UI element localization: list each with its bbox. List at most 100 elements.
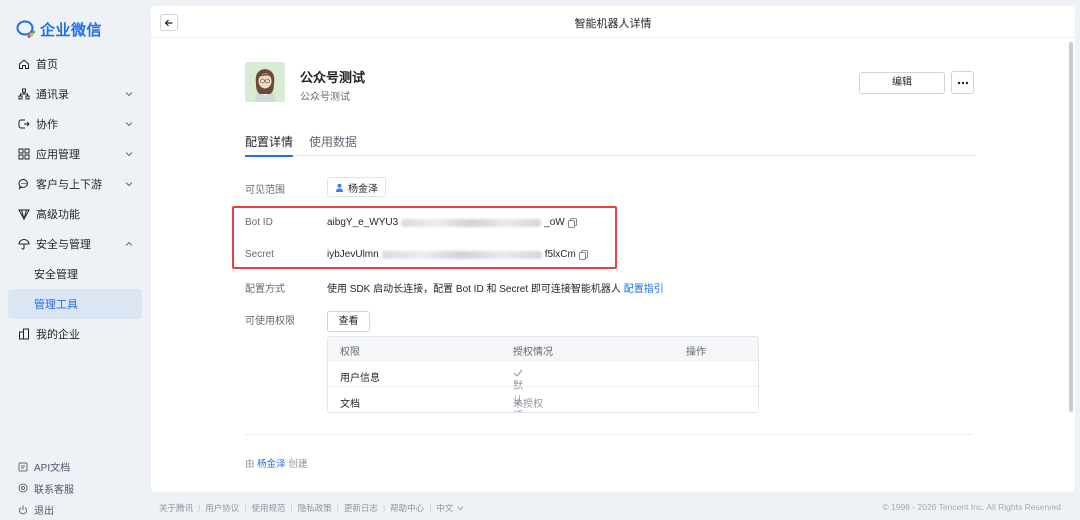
bot-name: 公众号测试 xyxy=(300,70,366,85)
header-permission: 权限 xyxy=(340,347,360,358)
copy-icon[interactable] xyxy=(578,249,588,260)
sidebar-item-label: 通讯录 xyxy=(36,89,69,101)
language-select[interactable]: 中文 xyxy=(436,502,453,514)
footer-link-privacy[interactable]: 隐私政策 xyxy=(298,502,332,514)
sidebar-item-my-company[interactable]: 我的企业 xyxy=(8,319,142,349)
support-link[interactable]: 联系客服 xyxy=(18,478,74,500)
footer-link-usage-rules[interactable]: 使用规范 xyxy=(251,502,285,514)
table-row: 文档 未授权 xyxy=(328,386,758,412)
chevron-up-icon xyxy=(125,241,133,246)
secret-prefix: iybJevUlmn xyxy=(327,249,379,260)
sidebar-item-label: 安全与管理 xyxy=(36,239,91,251)
secret-value: iybJevUlmn f5lxCm xyxy=(327,249,588,260)
sidebar-item-label: 我的企业 xyxy=(36,329,80,341)
api-docs-link[interactable]: API文档 xyxy=(18,456,74,478)
logout-link[interactable]: 退出 xyxy=(18,499,74,520)
perm-name: 用户信息 xyxy=(340,373,380,384)
permissions-table: 权限 授权情况 操作 用户信息 默认授权 文档 未授权 xyxy=(327,336,759,413)
building-icon xyxy=(18,328,30,340)
diamond-icon xyxy=(18,208,30,220)
chevron-down-icon xyxy=(125,182,133,187)
main-panel: 智能机器人详情 公众号测试 公众号测试 编辑 配置详情 使用数据 可见范围 杨金… xyxy=(151,6,1075,492)
copy-icon[interactable] xyxy=(567,217,577,228)
chevron-down-icon xyxy=(125,92,133,97)
scrollbar[interactable] xyxy=(1069,42,1073,412)
sidebar-item-advanced[interactable]: 高级功能 xyxy=(8,199,142,229)
apps-icon xyxy=(18,148,30,160)
org-icon xyxy=(18,88,30,100)
bot-avatar-image xyxy=(245,62,285,102)
sidebar-item-collab[interactable]: 协作 xyxy=(8,109,142,139)
doc-icon xyxy=(18,462,28,472)
footer-links: 关于腾讯 | 用户协议 | 使用规范 | 隐私政策 | 更新日志 | 帮助中心 | 中文 xyxy=(159,502,464,514)
detail-tabs: 配置详情 使用数据 xyxy=(245,132,975,157)
method-description: 使用 SDK 启动长连接，配置 Bot ID 和 Secret 即可连接智能机器… xyxy=(327,280,664,295)
botid-suffix: _oW xyxy=(544,217,565,228)
secret-suffix: f5lxCm xyxy=(544,249,576,260)
table-header: 权限 授权情况 操作 xyxy=(328,337,758,360)
chevron-down-icon xyxy=(125,122,133,127)
sidebar-item-label: 客户与上下游 xyxy=(36,179,102,191)
botid-label: Bot ID xyxy=(245,217,273,228)
topbar: 智能机器人详情 xyxy=(151,6,1075,38)
chevron-down-icon xyxy=(125,152,133,157)
footer-link-changelog[interactable]: 更新日志 xyxy=(344,502,378,514)
wecom-logo-icon xyxy=(16,20,35,38)
sidebar-item-customers[interactable]: 客户与上下游 xyxy=(8,169,142,199)
sidebar-item-home[interactable]: 首页 xyxy=(8,49,142,79)
header-auth-status: 授权情况 xyxy=(513,347,553,358)
edit-button[interactable]: 编辑 xyxy=(859,72,945,94)
footer-link-help[interactable]: 帮助中心 xyxy=(390,502,424,514)
botid-prefix: aibgY_e_WYU3 xyxy=(327,217,399,228)
scope-user-chip[interactable]: 杨金泽 xyxy=(327,177,386,197)
footer-link-user-agreement[interactable]: 用户协议 xyxy=(205,502,239,514)
table-row: 用户信息 默认授权 xyxy=(328,360,758,412)
sidebar-item-label: 协作 xyxy=(36,119,58,131)
creator-info: 由 杨金泽 创建 xyxy=(245,456,307,470)
tab-usage-data[interactable]: 使用数据 xyxy=(309,133,357,150)
umbrella-icon xyxy=(18,238,30,250)
botid-value: aibgY_e_WYU3 _oW xyxy=(327,217,577,228)
api-docs-label: API文档 xyxy=(34,463,71,475)
sidebar-item-label: 安全管理 xyxy=(34,269,78,281)
sidebar-item-label: 应用管理 xyxy=(36,149,80,161)
more-icon xyxy=(957,81,968,84)
logo-text: 企业微信 xyxy=(40,21,103,39)
sidebar-item-label: 管理工具 xyxy=(34,299,78,311)
sidebar-bottom: API文档 联系客服 退出 xyxy=(18,456,74,520)
sidebar-item-contacts[interactable]: 通讯录 xyxy=(8,79,142,109)
sidebar-item-admin-tools[interactable]: 管理工具 xyxy=(8,289,142,319)
header-action: 操作 xyxy=(686,347,706,358)
footer-link-about[interactable]: 关于腾讯 xyxy=(159,502,193,514)
bot-avatar xyxy=(245,62,285,102)
sidebar-item-label: 高级功能 xyxy=(36,209,80,221)
creator-suffix: 创建 xyxy=(288,459,308,470)
creator-name[interactable]: 杨金泽 xyxy=(257,459,286,470)
page-title: 智能机器人详情 xyxy=(574,18,652,30)
sidebar: 企业微信 首页 通讯录 协作 应用管理 客户与上下游 高级功能 安全与管理 安全… xyxy=(0,0,150,520)
more-button[interactable] xyxy=(951,71,974,94)
sidebar-item-security[interactable]: 安全管理 xyxy=(8,259,142,289)
check-icon xyxy=(513,369,523,377)
scope-user-name: 杨金泽 xyxy=(348,183,378,195)
perm-label: 可使用权限 xyxy=(245,316,295,327)
home-icon xyxy=(18,58,30,70)
secret-label: Secret xyxy=(245,249,274,260)
sidebar-nav: 首页 通讯录 协作 应用管理 客户与上下游 高级功能 安全与管理 安全管理 管理… xyxy=(8,49,142,349)
logout-label: 退出 xyxy=(34,506,54,518)
botid-redacted xyxy=(401,218,542,227)
sidebar-item-apps[interactable]: 应用管理 xyxy=(8,139,142,169)
logo[interactable]: 企业微信 xyxy=(16,19,102,39)
support-label: 联系客服 xyxy=(34,484,74,496)
support-icon xyxy=(18,483,28,493)
tab-config-details[interactable]: 配置详情 xyxy=(245,133,294,157)
view-button[interactable]: 查看 xyxy=(327,311,370,332)
collab-icon xyxy=(18,118,30,130)
power-icon xyxy=(19,505,27,515)
copyright: © 1998 - 2026 Tencent Inc. All Rights Re… xyxy=(882,502,1061,512)
sidebar-item-security-admin[interactable]: 安全与管理 xyxy=(8,229,142,259)
chevron-down-icon xyxy=(458,506,464,510)
config-guide-link[interactable]: 配置指引 xyxy=(624,284,664,295)
chat-icon xyxy=(18,178,30,190)
method-text: 使用 SDK 启动长连接，配置 Bot ID 和 Secret 即可连接智能机器… xyxy=(327,284,621,295)
